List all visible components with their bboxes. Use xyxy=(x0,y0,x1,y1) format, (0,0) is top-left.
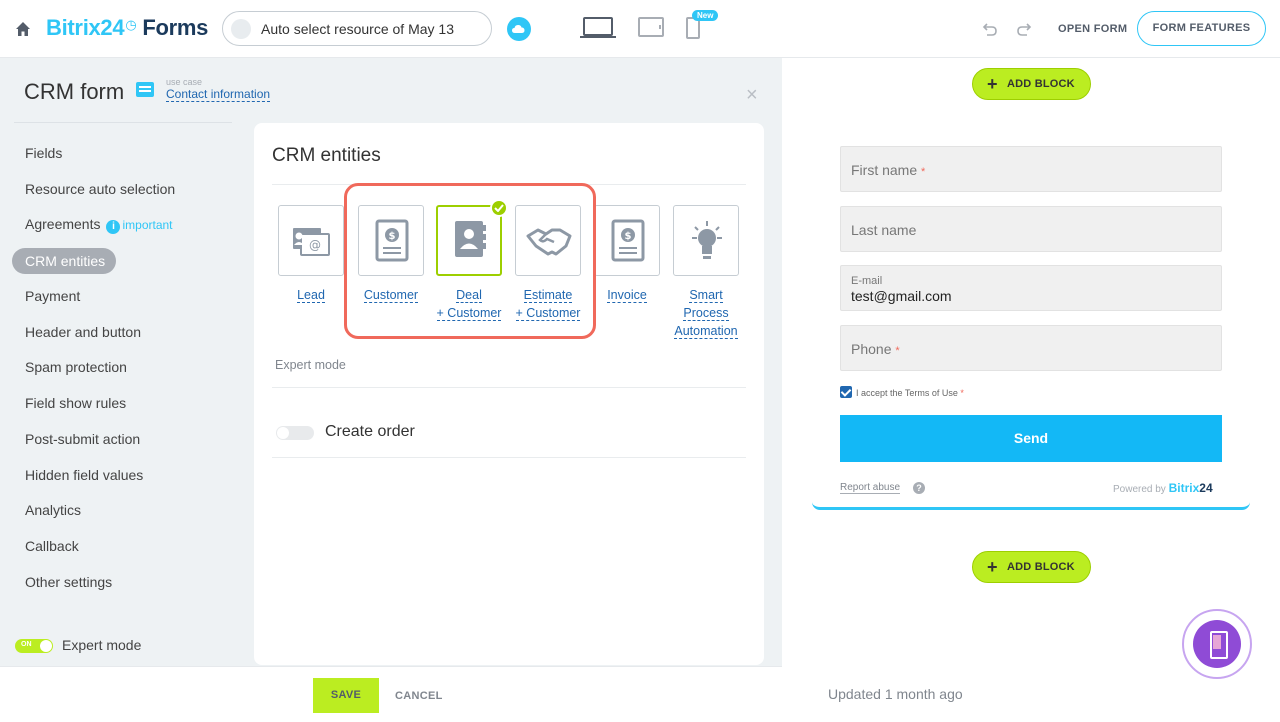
top-bar: Bitrix24◷ Forms Auto select resource of M… xyxy=(0,0,1280,58)
contact-card-icon: @ xyxy=(293,228,330,256)
form-preview: + ADD BLOCK First name * Last name E-mail… xyxy=(782,58,1280,722)
help-icon[interactable]: ? xyxy=(913,482,925,494)
sidebar-item-spam-protection[interactable]: Spam protection xyxy=(12,350,242,386)
last-name-field[interactable]: Last name xyxy=(840,206,1222,252)
action-bar: SAVE CANCEL xyxy=(0,666,782,722)
form-title: Auto select resource of May 13 xyxy=(261,21,454,37)
expert-mode-label: Expert mode xyxy=(62,637,142,653)
mobile-phone-icon xyxy=(1193,620,1241,668)
lightbulb-icon xyxy=(692,221,722,259)
undo-icon[interactable] xyxy=(982,21,998,37)
panel-title: CRM form xyxy=(24,79,125,104)
redo-icon[interactable] xyxy=(1016,21,1032,37)
form-title-field[interactable]: Auto select resource of May 13 xyxy=(222,11,492,46)
expert-mode-toggle[interactable]: ON xyxy=(15,639,53,653)
terms-label: I accept the Terms of Use * xyxy=(856,388,964,398)
first-name-field[interactable]: First name * xyxy=(840,146,1222,192)
phone-field[interactable]: Phone * xyxy=(840,325,1222,371)
info-icon: i xyxy=(106,220,121,235)
sidebar-item-field-show-rules[interactable]: Field show rules xyxy=(12,386,242,422)
divider xyxy=(272,387,746,388)
sidebar-item-analytics[interactable]: Analytics xyxy=(12,493,242,529)
highlight-box xyxy=(344,183,596,339)
sidebar-item-crm-entities[interactable]: CRM entities xyxy=(12,248,116,275)
close-icon[interactable]: × xyxy=(746,84,758,107)
plus-icon: + xyxy=(987,74,998,94)
sidebar-item-fields[interactable]: Fields xyxy=(12,136,242,172)
cancel-button[interactable]: CANCEL xyxy=(395,690,443,702)
sidebar-item-hidden-field-values[interactable]: Hidden field values xyxy=(12,458,242,494)
sidebar-item-agreements[interactable]: Agreements i important xyxy=(12,207,242,243)
svg-text:$: $ xyxy=(625,231,632,242)
entity-invoice[interactable]: $ Invoice xyxy=(594,205,660,304)
sidebar-nav: Fields Resource auto selection Agreement… xyxy=(12,136,242,600)
divider xyxy=(272,457,746,458)
expert-mode-link[interactable]: Expert mode xyxy=(275,358,346,372)
add-block-button[interactable]: + ADD BLOCK xyxy=(972,551,1091,583)
invoice-doc-icon: $ xyxy=(611,219,645,262)
send-button[interactable]: Send xyxy=(840,415,1222,462)
updated-timestamp: Updated 1 month ago xyxy=(828,686,963,702)
sidebar-item-payment[interactable]: Payment xyxy=(12,279,242,315)
sidebar-item-resource-auto-selection[interactable]: Resource auto selection xyxy=(12,172,242,208)
settings-panel: CRM form use case Contact information × … xyxy=(0,58,782,722)
powered-by: Powered by Bitrix24 xyxy=(1113,481,1213,495)
svg-text:@: @ xyxy=(309,238,321,252)
sidebar-item-post-submit-action[interactable]: Post-submit action xyxy=(12,422,242,458)
usecase-icon xyxy=(136,82,154,97)
plus-icon: + xyxy=(987,557,998,577)
important-badge[interactable]: i important xyxy=(106,218,173,235)
entity-lead[interactable]: @ Lead xyxy=(278,205,344,304)
sidebar-item-header-and-button[interactable]: Header and button xyxy=(12,315,242,351)
laptop-icon[interactable] xyxy=(580,17,616,39)
sidebar-item-callback[interactable]: Callback xyxy=(12,529,242,565)
email-field[interactable]: E-mail test@gmail.com xyxy=(840,265,1222,311)
terms-checkbox[interactable] xyxy=(840,386,852,398)
crm-entities-card: CRM entities @ Lead $ Customer Deal + Cus… xyxy=(254,123,764,665)
form-features-button[interactable]: FORM FEATURES xyxy=(1137,11,1266,46)
create-order-label: Create order xyxy=(325,423,415,440)
home-icon[interactable] xyxy=(14,20,32,38)
clock-icon: ◷ xyxy=(125,17,137,32)
divider xyxy=(14,122,232,123)
brand-logo[interactable]: Bitrix24◷ Forms xyxy=(46,15,208,41)
form-image-icon xyxy=(231,19,251,39)
create-order-toggle[interactable] xyxy=(276,426,314,440)
usecase-link[interactable]: Contact information xyxy=(166,87,271,102)
entity-smart-process-automation[interactable]: Smart Process Automation xyxy=(673,205,739,340)
add-block-button[interactable]: + ADD BLOCK xyxy=(972,68,1091,100)
sidebar-item-other-settings[interactable]: Other settings xyxy=(12,565,242,601)
cloud-icon[interactable] xyxy=(507,17,531,41)
form-bottom-border xyxy=(812,502,1250,510)
mobile-preview-button[interactable] xyxy=(1182,609,1252,679)
save-button[interactable]: SAVE xyxy=(313,678,379,713)
open-form-button[interactable]: OPEN FORM xyxy=(1058,23,1127,35)
report-abuse-link[interactable]: Report abuse xyxy=(840,482,901,494)
usecase-label: use case xyxy=(166,77,203,87)
card-title: CRM entities xyxy=(272,145,381,166)
new-badge: New xyxy=(692,10,719,21)
tablet-icon[interactable] xyxy=(638,17,664,37)
